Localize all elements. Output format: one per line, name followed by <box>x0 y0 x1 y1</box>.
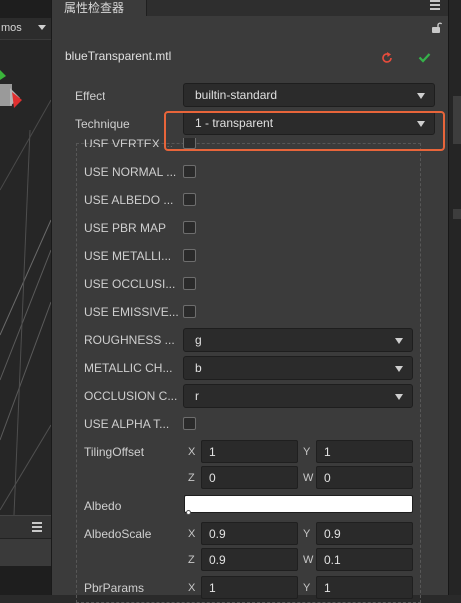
tiling-offset-label: TilingOffset <box>84 445 145 459</box>
chevron-down-icon <box>395 366 403 372</box>
albedo-scale-y-value: 0.9 <box>324 527 341 541</box>
tiling-w-input[interactable]: 0 <box>316 466 413 489</box>
tiling-z-input[interactable]: 0 <box>201 466 298 489</box>
albedo-scale-y-input[interactable]: 0.9 <box>316 522 413 545</box>
occlusion-channel-select[interactable]: r <box>183 384 413 408</box>
albedo-label: Albedo <box>84 499 122 513</box>
albedo-scale-label: AlbedoScale <box>84 527 152 541</box>
tiling-x-value: 1 <box>209 445 216 459</box>
pbr-params-x-input[interactable]: 1 <box>201 576 298 599</box>
tiling-z-value: 0 <box>209 471 216 485</box>
tiling-y-input[interactable]: 1 <box>316 440 413 463</box>
metallic-channel-value: b <box>195 361 202 375</box>
tiling-x-input[interactable]: 1 <box>201 440 298 463</box>
albedo-scale-x-input[interactable]: 0.9 <box>201 522 298 545</box>
menu-icon[interactable] <box>32 522 42 532</box>
define-label-alpha-test: USE ALPHA T... <box>84 417 170 431</box>
occlusion-channel-value: r <box>195 389 199 403</box>
define-label-cut-off: USE VERTEX ... <box>84 138 174 147</box>
technique-highlight-box <box>164 111 445 151</box>
sub-panel-body <box>0 539 51 566</box>
dock-block <box>453 96 461 144</box>
pbr-params-label: PbrParams <box>84 581 145 595</box>
channel-label-roughness: ROUGHNESS ... <box>84 333 175 347</box>
dock-block <box>453 209 461 219</box>
chevron-down-icon <box>395 338 403 344</box>
chevron-down-icon <box>417 93 425 99</box>
axis-y-label: Y <box>303 528 311 540</box>
channel-label-occlusion: OCCLUSION C... <box>84 389 178 403</box>
effect-label: Effect <box>75 89 106 103</box>
effect-select[interactable]: builtin-standard <box>183 83 435 107</box>
albedo-scale-w-input[interactable]: 0.1 <box>316 548 413 571</box>
scene-viewport[interactable] <box>0 40 51 515</box>
menu-icon[interactable] <box>430 0 440 10</box>
scene-panel: mos <box>0 0 51 595</box>
albedo-color-swatch[interactable] <box>184 495 413 515</box>
apply-check-icon[interactable] <box>418 52 431 63</box>
chevron-down-icon[interactable] <box>38 25 46 30</box>
define-label-emissive: USE EMISSIVE... <box>84 305 178 319</box>
inspector-title: 属性检查器 <box>64 1 125 15</box>
axis-y-label: Y <box>303 446 311 458</box>
channel-label-metallic: METALLIC CH... <box>84 361 173 375</box>
roughness-channel-select[interactable]: g <box>183 328 413 352</box>
pbr-params-y-value: 1 <box>324 581 331 595</box>
pbr-params-x-value: 1 <box>209 581 216 595</box>
define-checkbox-occlusion[interactable] <box>183 277 196 290</box>
axis-w-label: W <box>303 472 314 484</box>
inspector-panel: 属性检查器 blueTransparent.mtl Effect builtin… <box>51 0 448 603</box>
sub-panel-header <box>0 515 51 539</box>
lock-icon[interactable] <box>431 22 442 33</box>
albedo-scale-w-value: 0.1 <box>324 553 341 567</box>
metallic-channel-select[interactable]: b <box>183 356 413 380</box>
transform-gizmo-icon <box>0 70 22 108</box>
effect-value: builtin-standard <box>195 88 278 102</box>
define-checkbox-albedo[interactable] <box>183 193 196 206</box>
pbr-params-y-input[interactable]: 1 <box>316 576 413 599</box>
technique-label: Technique <box>75 117 130 131</box>
gizmo-toolbar[interactable]: mos <box>0 18 51 40</box>
define-label-normal: USE NORMAL ... <box>84 165 177 179</box>
axis-w-label: W <box>303 554 314 566</box>
axis-y-label: Y <box>303 582 311 594</box>
color-alpha-icon <box>186 510 191 515</box>
chevron-down-icon <box>395 394 403 400</box>
define-label-albedo: USE ALBEDO ... <box>84 193 174 207</box>
tiling-y-value: 1 <box>324 445 331 459</box>
asset-file-name: blueTransparent.mtl <box>65 49 172 63</box>
tiling-w-value: 0 <box>324 471 331 485</box>
define-checkbox-emissive[interactable] <box>183 305 196 318</box>
define-checkbox-alpha-test[interactable] <box>183 417 196 430</box>
define-label-pbr-map: USE PBR MAP <box>84 221 167 235</box>
albedo-scale-z-input[interactable]: 0.9 <box>201 548 298 571</box>
tab-inspector[interactable]: 属性检查器 <box>52 0 147 16</box>
right-dock-edge <box>448 0 461 595</box>
axis-z-label: Z <box>188 554 195 566</box>
roughness-channel-value: g <box>195 333 202 347</box>
scene-grid <box>0 70 51 515</box>
define-label-occlusion: USE OCCLUSI... <box>84 277 176 291</box>
albedo-scale-z-value: 0.9 <box>209 553 226 567</box>
axis-x-label: X <box>188 582 196 594</box>
axis-x-label: X <box>188 446 196 458</box>
inspector-header: 属性检查器 <box>52 0 448 16</box>
define-checkbox-normal[interactable] <box>183 165 196 178</box>
axis-x-label: X <box>188 528 196 540</box>
revert-icon[interactable] <box>381 52 393 64</box>
define-label-metallic: USE METALLI... <box>84 249 172 263</box>
albedo-scale-x-value: 0.9 <box>209 527 226 541</box>
axis-z-label: Z <box>188 472 195 484</box>
gizmo-label[interactable]: mos <box>1 22 22 34</box>
define-checkbox-metallic[interactable] <box>183 249 196 262</box>
define-checkbox-pbr-map[interactable] <box>183 221 196 234</box>
